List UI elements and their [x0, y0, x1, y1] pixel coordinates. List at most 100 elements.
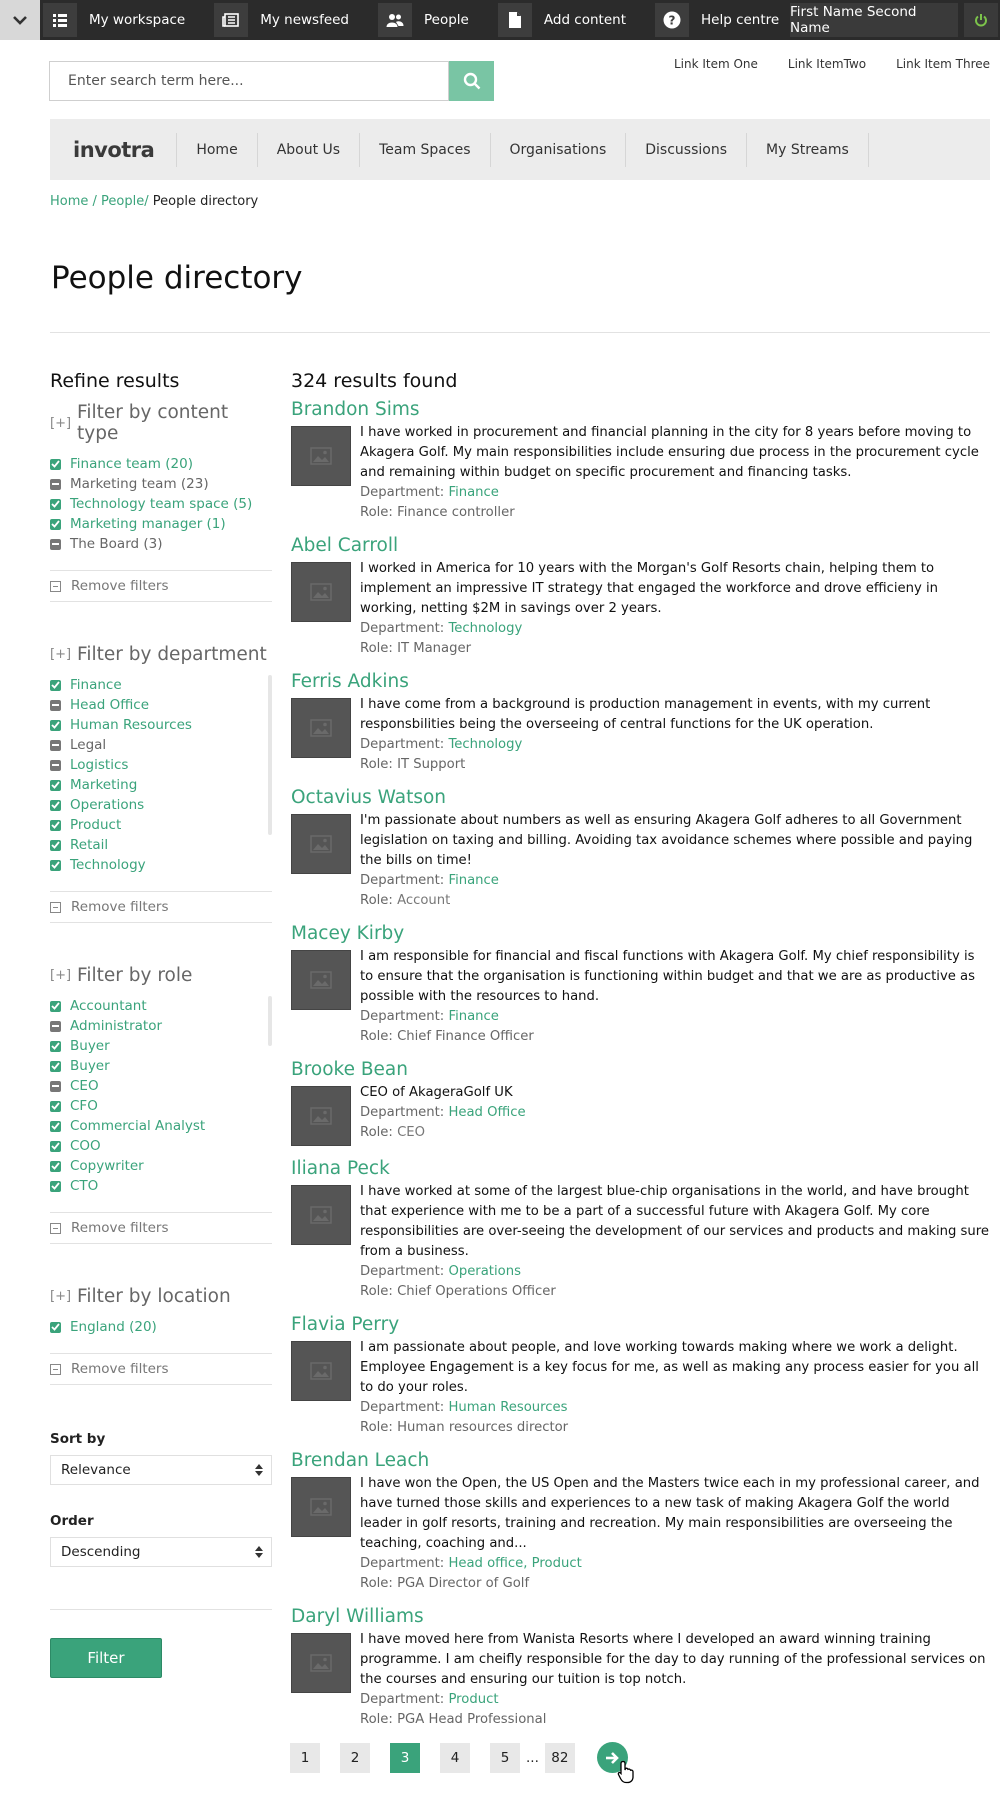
avatar[interactable] [291, 1341, 351, 1401]
checkbox-checked-icon[interactable] [50, 679, 61, 691]
topbar-item-my-newsfeed[interactable]: My newsfeed [211, 0, 375, 40]
checkbox-checked-icon[interactable] [50, 1040, 61, 1052]
filter-group-title[interactable]: [+] Filter by location [50, 1286, 272, 1307]
department-link[interactable]: Operations [448, 1264, 521, 1279]
filter-option[interactable]: Logistics [50, 755, 272, 775]
person-name-link[interactable]: Iliana Peck [291, 1156, 991, 1182]
filter-option[interactable]: The Board (3) [50, 534, 272, 554]
person-name-link[interactable]: Daryl Williams [291, 1604, 991, 1630]
topbar-item-my-workspace[interactable]: My workspace [40, 0, 211, 40]
checkbox-checked-icon[interactable] [50, 1160, 61, 1172]
nav-item-team-spaces[interactable]: Team Spaces [359, 132, 489, 167]
avatar[interactable] [291, 1633, 351, 1693]
checkbox-checked-icon[interactable] [50, 1100, 61, 1112]
filter-option[interactable]: Operations [50, 795, 272, 815]
filter-option[interactable]: Retail [50, 835, 272, 855]
checkbox-partial-icon[interactable] [50, 1020, 61, 1032]
checkbox-checked-icon[interactable] [50, 779, 61, 791]
person-name-link[interactable]: Brendan Leach [291, 1448, 991, 1474]
checkbox-checked-icon[interactable] [50, 859, 61, 871]
nav-item-home[interactable]: Home [176, 132, 256, 167]
filter-option[interactable]: CEO [50, 1076, 272, 1096]
filter-option[interactable]: Administrator [50, 1016, 272, 1036]
checkbox-partial-icon[interactable] [50, 699, 61, 711]
filter-option[interactable]: Technology [50, 855, 272, 875]
avatar[interactable] [291, 426, 351, 486]
expand-toggle[interactable]: [+] [50, 647, 71, 662]
page-1[interactable]: 1 [290, 1742, 320, 1773]
department-link[interactable]: Finance [448, 1009, 498, 1024]
checkbox-checked-icon[interactable] [50, 1120, 61, 1132]
avatar[interactable] [291, 814, 351, 874]
checkbox-checked-icon[interactable] [50, 1140, 61, 1152]
checkbox-checked-icon[interactable] [50, 719, 61, 731]
checkbox-partial-icon[interactable] [50, 759, 61, 771]
filter-group-title[interactable]: [+] Filter by content type [50, 402, 272, 444]
checkbox-checked-icon[interactable] [50, 819, 61, 831]
search-button[interactable] [449, 61, 494, 101]
nav-item-about-us[interactable]: About Us [256, 132, 359, 167]
page-2[interactable]: 2 [340, 1742, 370, 1773]
breadcrumb-people[interactable]: People [101, 194, 144, 209]
avatar[interactable] [291, 1477, 351, 1537]
remove-filters-button[interactable]: Remove filters [50, 1212, 272, 1244]
filter-option[interactable]: Head Office [50, 695, 272, 715]
logo[interactable]: invotra [50, 138, 176, 162]
filter-option[interactable]: Copywriter [50, 1156, 272, 1176]
topbar-item-add-content[interactable]: Add content [495, 0, 652, 40]
department-link[interactable]: Technology [448, 737, 522, 752]
expand-toggle[interactable]: [+] [50, 968, 71, 983]
avatar[interactable] [291, 562, 351, 622]
person-name-link[interactable]: Macey Kirby [291, 921, 991, 947]
person-name-link[interactable]: Octavius Watson [291, 785, 991, 811]
filter-option[interactable]: Buyer [50, 1036, 272, 1056]
page-last[interactable]: 82 [544, 1742, 575, 1773]
checkbox-checked-icon[interactable] [50, 799, 61, 811]
filter-option[interactable]: Finance team (20) [50, 454, 272, 474]
filter-option[interactable]: Marketing manager (1) [50, 514, 272, 534]
nav-item-my-streams[interactable]: My Streams [746, 132, 869, 167]
checkbox-checked-icon[interactable] [50, 839, 61, 851]
department-link[interactable]: Finance [448, 873, 498, 888]
filter-option[interactable]: Marketing [50, 775, 272, 795]
department-link[interactable]: Human Resources [448, 1400, 567, 1415]
search-input[interactable] [49, 61, 449, 101]
avatar[interactable] [291, 1086, 351, 1146]
nav-item-discussions[interactable]: Discussions [625, 132, 746, 167]
filter-option[interactable]: CTO [50, 1176, 272, 1196]
logout-button[interactable] [964, 3, 998, 37]
checkbox-checked-icon[interactable] [50, 1180, 61, 1192]
filter-option[interactable]: Technology team space (5) [50, 494, 272, 514]
filter-button[interactable]: Filter [50, 1638, 162, 1678]
expand-toggle[interactable]: [+] [50, 1289, 71, 1304]
person-name-link[interactable]: Abel Carroll [291, 533, 991, 559]
department-link[interactable]: Product [448, 1692, 498, 1707]
nav-item-organisations[interactable]: Organisations [489, 132, 626, 167]
person-name-link[interactable]: Brooke Bean [291, 1057, 991, 1083]
filter-option[interactable]: COO [50, 1136, 272, 1156]
checkbox-checked-icon[interactable] [50, 1000, 61, 1012]
checkbox-partial-icon[interactable] [50, 478, 61, 490]
checkbox-partial-icon[interactable] [50, 739, 61, 751]
checkbox-checked-icon[interactable] [50, 1321, 61, 1333]
avatar[interactable] [291, 950, 351, 1010]
department-link[interactable]: Technology [448, 621, 522, 636]
checkbox-partial-icon[interactable] [50, 538, 61, 550]
avatar[interactable] [291, 698, 351, 758]
remove-filters-button[interactable]: Remove filters [50, 1353, 272, 1385]
order-select[interactable]: Descending [50, 1537, 272, 1567]
person-name-link[interactable]: Ferris Adkins [291, 669, 991, 695]
page-5[interactable]: 5 [490, 1742, 520, 1773]
checkbox-checked-icon[interactable] [50, 458, 61, 470]
sort-by-select[interactable]: Relevance [50, 1455, 272, 1485]
person-name-link[interactable]: Flavia Perry [291, 1312, 991, 1338]
scrollbar[interactable] [268, 675, 272, 835]
page-4[interactable]: 4 [440, 1742, 470, 1773]
filter-option[interactable]: Human Resources [50, 715, 272, 735]
filter-option[interactable]: Legal [50, 735, 272, 755]
breadcrumb-home[interactable]: Home [50, 194, 88, 209]
checkbox-checked-icon[interactable] [50, 518, 61, 530]
filter-group-title[interactable]: [+] Filter by department [50, 644, 272, 665]
user-menu-button[interactable]: First Name Second Name [790, 3, 958, 37]
department-link[interactable]: Head Office [448, 1105, 525, 1120]
